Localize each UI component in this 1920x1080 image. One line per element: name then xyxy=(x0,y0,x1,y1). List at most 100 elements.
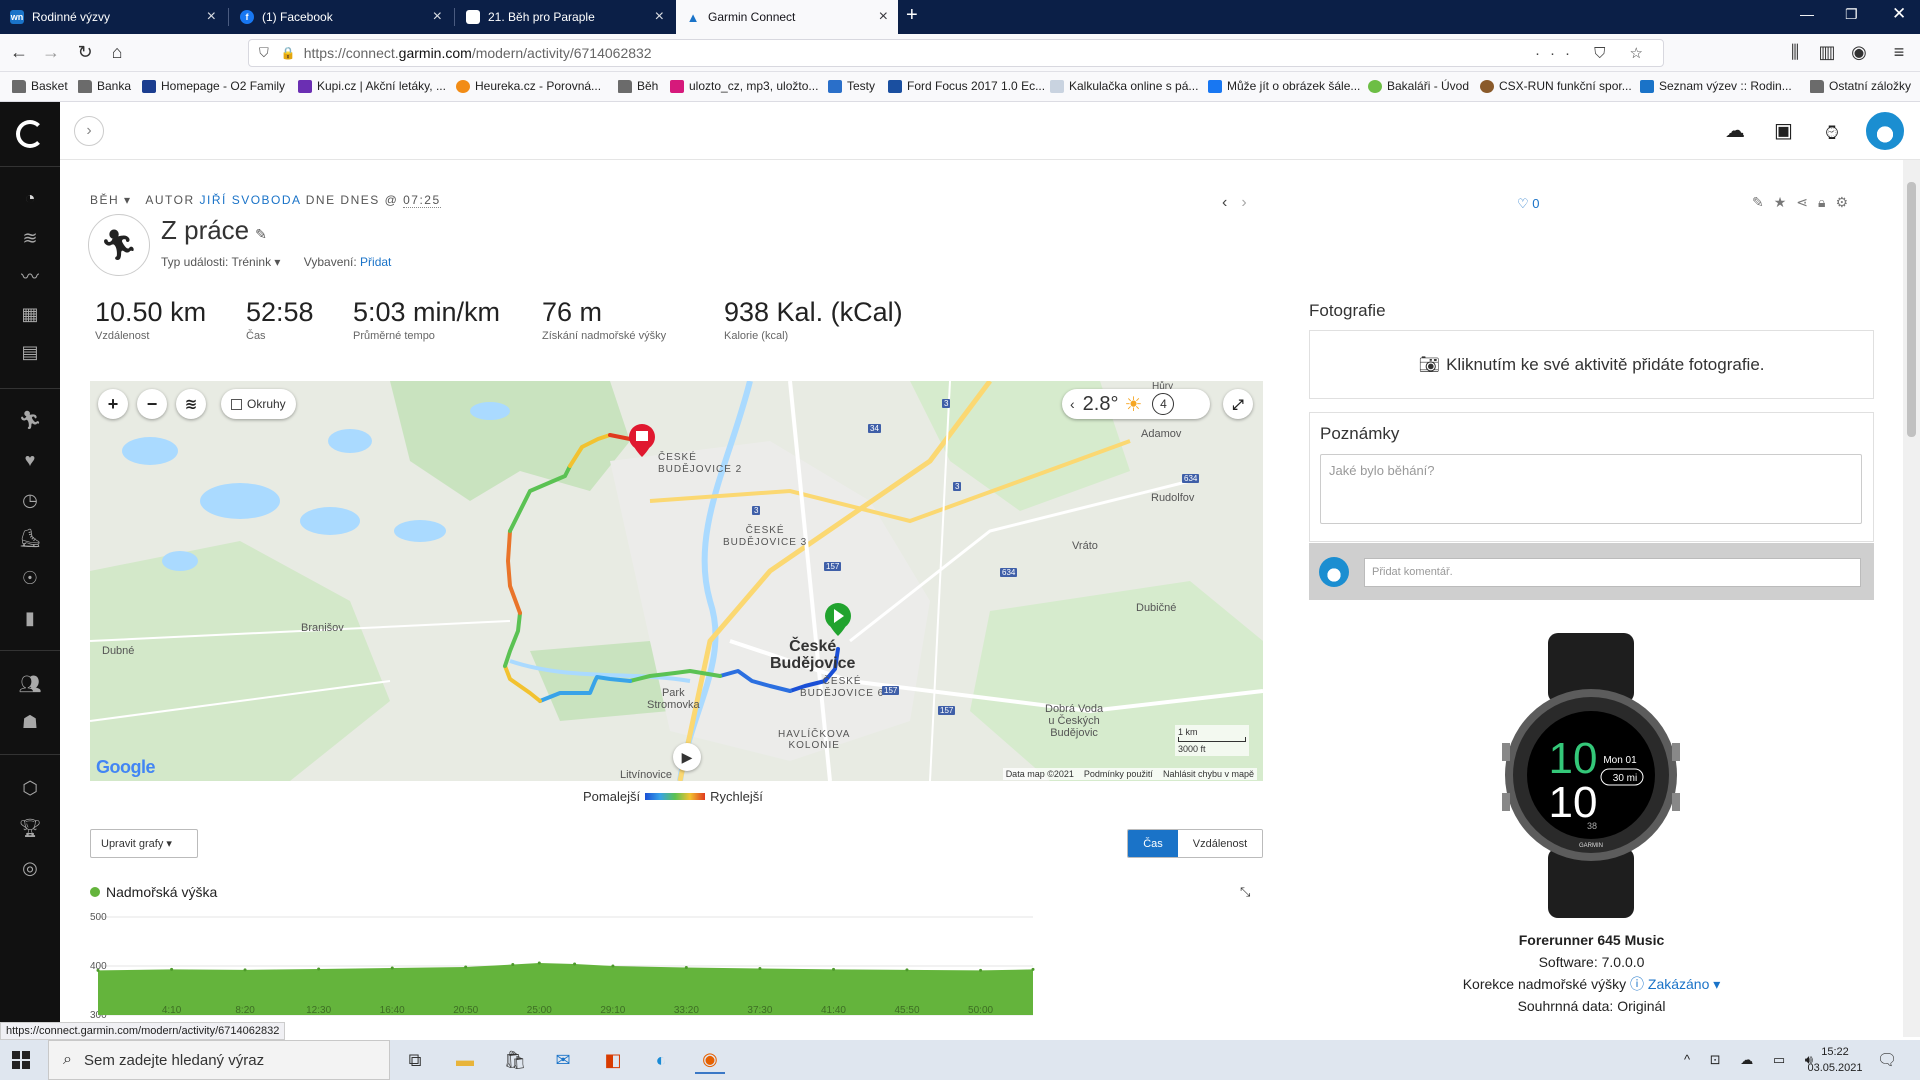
close-icon[interactable]: × xyxy=(655,8,664,26)
elevation-point[interactable] xyxy=(979,968,983,972)
connections-icon[interactable]: 👥︎ xyxy=(18,672,42,696)
event-type-dropdown[interactable]: Trénink ▾ xyxy=(232,255,281,269)
elevation-point[interactable] xyxy=(243,968,247,972)
back-button[interactable]: ← xyxy=(8,42,30,63)
elevation-point[interactable] xyxy=(832,967,836,971)
help-icon[interactable]: ⓘ xyxy=(1630,976,1644,992)
inbox-icon[interactable]: ▣ xyxy=(1774,118,1793,143)
elevation-point[interactable] xyxy=(758,966,762,970)
comment-input[interactable]: Přidat komentář. xyxy=(1364,558,1861,587)
url-bar[interactable]: ⛉ 🔒 https://connect.garmin.com/modern/ac… xyxy=(248,39,1664,67)
edit-icon[interactable]: ✎ xyxy=(1752,194,1774,210)
bookmark-testy[interactable]: Testy xyxy=(828,79,875,93)
file-explorer-icon[interactable]: ▬ xyxy=(450,1046,480,1074)
tab-rodinne-vyzvy[interactable]: wn Rodinné výzvy × xyxy=(0,0,226,34)
close-icon[interactable]: × xyxy=(207,8,216,26)
challenges-icon[interactable]: ◎ xyxy=(18,856,42,880)
toggle-time-button[interactable]: Čas xyxy=(1128,830,1178,857)
stopwatch-icon[interactable]: ◷ xyxy=(18,488,42,512)
badges-icon[interactable]: ⬡ xyxy=(18,776,42,800)
edge-icon[interactable]: ◐ xyxy=(646,1046,676,1074)
elevation-point[interactable] xyxy=(390,966,394,970)
notes-textarea[interactable]: Jaké bylo běhání? xyxy=(1320,454,1862,524)
activity-type-dropdown[interactable]: BĚH ▾ xyxy=(90,193,132,207)
previous-activity-button[interactable]: ‹ xyxy=(1222,194,1241,211)
lock-icon[interactable]: 🔒 xyxy=(281,46,296,60)
elevation-point[interactable] xyxy=(170,967,174,971)
gear-icon[interactable]: ⚙ xyxy=(1835,194,1858,210)
bookmark-basket[interactable]: Basket xyxy=(12,79,68,93)
shoe-icon[interactable]: ⛸︎ xyxy=(18,526,42,550)
page-scrollbar[interactable] xyxy=(1903,160,1920,1037)
elevation-point[interactable] xyxy=(905,968,909,972)
close-window-button[interactable]: ✕ xyxy=(1892,4,1906,24)
bookmark-other[interactable]: Ostatní záložky xyxy=(1810,79,1911,93)
shield-icon[interactable]: ⛉ xyxy=(259,45,269,61)
dashboard-icon[interactable]: ◔ xyxy=(18,186,42,210)
upload-icon[interactable]: ☁ xyxy=(1725,118,1745,143)
calendar-icon[interactable]: ▦ xyxy=(18,302,42,326)
heart-icon[interactable]: ♥ xyxy=(18,448,42,472)
edit-icon[interactable]: ✎ xyxy=(255,226,267,242)
stats-icon[interactable]: ▮ xyxy=(18,606,42,630)
close-icon[interactable]: × xyxy=(879,8,888,26)
chevron-left-icon[interactable]: ‹ xyxy=(1070,396,1075,412)
bookmark-beh[interactable]: Běh xyxy=(618,79,658,93)
windows-start-button[interactable] xyxy=(12,1051,30,1069)
restore-button[interactable]: ❐ xyxy=(1845,6,1858,23)
bookmark-csx-run[interactable]: CSX-RUN funkční spor... xyxy=(1480,79,1632,93)
expand-sidebar-button[interactable]: › xyxy=(74,116,104,146)
share-icon[interactable]: ⋖ xyxy=(1796,194,1818,210)
zoom-in-button[interactable]: + xyxy=(98,389,128,419)
lock-icon[interactable]: 🔒︎ xyxy=(1818,194,1835,210)
bookmark-o2[interactable]: Homepage - O2 Family xyxy=(142,79,285,93)
weather-widget[interactable]: ‹ 2.8° ☀ 4 xyxy=(1062,389,1210,419)
store-icon[interactable]: 🛍︎ xyxy=(500,1046,530,1074)
laps-checkbox[interactable] xyxy=(231,398,242,410)
activity-title[interactable]: Z práce ✎ xyxy=(161,215,267,246)
author-link[interactable]: JIŘÍ SVOBODA xyxy=(200,193,301,207)
groups-icon[interactable]: ☗ xyxy=(18,710,42,734)
mail-icon[interactable]: ✉ xyxy=(548,1046,578,1074)
elevation-correction-dropdown[interactable]: Zakázáno ▾ xyxy=(1648,976,1720,992)
elevation-point[interactable] xyxy=(511,963,515,967)
new-tab-button[interactable]: + xyxy=(906,4,918,27)
tab-beh-pro-paraple[interactable]: 21. Běh pro Paraple × xyxy=(456,0,674,34)
add-gear-link[interactable]: Přidat xyxy=(360,255,391,269)
elevation-point[interactable] xyxy=(317,967,321,971)
terms-link[interactable]: Podmínky použití xyxy=(1084,769,1153,779)
reload-button[interactable]: ↻ xyxy=(74,42,96,63)
elevation-point[interactable] xyxy=(1031,967,1035,971)
elevation-point[interactable] xyxy=(537,961,541,965)
task-view-icon[interactable]: ⧉ xyxy=(400,1046,430,1074)
library-icon[interactable]: ⫼ xyxy=(1784,42,1806,63)
activity-map[interactable]: Adamov Hůry Rudolfov Vráto Dubičné Brani… xyxy=(90,381,1263,781)
taskbar-search[interactable]: ⌕ Sem zadejte hledaný výraz xyxy=(48,1040,390,1080)
fullscreen-button[interactable]: ⤢ xyxy=(1223,389,1253,419)
edit-graphs-button[interactable]: Upravit grafy ▾ xyxy=(90,829,198,858)
notifications-icon[interactable]: 🗨︎ xyxy=(1877,1050,1897,1070)
device-icon[interactable]: ⌚︎ xyxy=(1822,118,1842,147)
elevation-chart[interactable]: 500400300 4:10 8:20 12:30 16:40 20:50 25:00 29:… xyxy=(90,905,1263,1040)
elevation-point[interactable] xyxy=(573,962,577,966)
avatar[interactable] xyxy=(1866,112,1904,150)
activity-icon[interactable]: 🏃︎ xyxy=(18,408,42,432)
toggle-distance-button[interactable]: Vzdálenost xyxy=(1178,830,1262,857)
scrollbar-thumb[interactable] xyxy=(1907,182,1916,437)
minimize-button[interactable]: — xyxy=(1800,6,1814,22)
activity-time[interactable]: 07:25 xyxy=(403,193,441,208)
trophy-icon[interactable]: 🏆︎ xyxy=(18,816,42,840)
firefox-icon[interactable]: ◉ xyxy=(695,1046,725,1074)
bookmark-banka[interactable]: Banka xyxy=(78,79,131,93)
bookmark-bakalari[interactable]: Bakaláři - Úvod xyxy=(1368,79,1469,93)
layers-icon[interactable]: ≋ xyxy=(18,226,42,250)
news-icon[interactable]: ▤ xyxy=(18,340,42,364)
bookmark-facebook-image[interactable]: Může jít o obrázek šále... xyxy=(1208,79,1360,93)
layers-button[interactable]: ≋ xyxy=(176,389,206,419)
garmin-connect-logo-icon[interactable] xyxy=(16,120,44,148)
playback-button[interactable]: ▶ xyxy=(673,743,701,771)
tab-facebook[interactable]: f (1) Facebook × xyxy=(230,0,452,34)
close-icon[interactable]: × xyxy=(433,8,442,26)
sidebar-toggle-icon[interactable]: ▥ xyxy=(1816,42,1838,63)
elevation-point[interactable] xyxy=(684,965,688,969)
